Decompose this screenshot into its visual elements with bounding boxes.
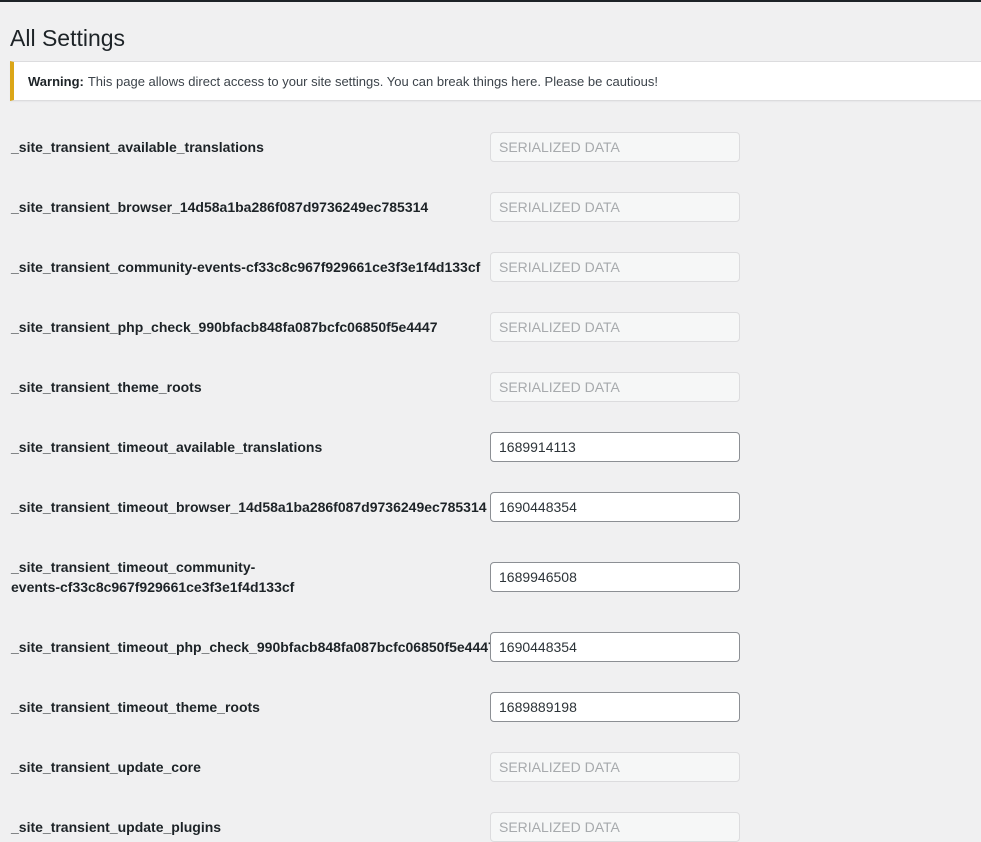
warning-notice: Warning: This page allows direct access … [10,61,981,101]
setting-value-input[interactable] [490,432,740,462]
setting-name: _site_transient_php_check_990bfacb848fa0… [11,319,438,335]
warning-text: This page allows direct access to your s… [87,73,659,89]
page-title: All Settings [10,25,126,51]
setting-name: _site_transient_timeout_community-events… [11,559,295,595]
setting-value-input[interactable] [490,632,740,662]
setting-value-input [490,812,740,842]
setting-name: _site_transient_update_plugins [11,819,222,835]
setting-value-input[interactable] [490,692,740,722]
setting-name: _site_transient_update_core [11,759,201,775]
setting-name: _site_transient_timeout_php_check_990bfa… [11,639,496,655]
setting-value-input [490,192,740,222]
setting-name: _site_transient_timeout_theme_roots [11,699,260,715]
setting-name: _site_transient_available_translations [11,139,264,155]
warning-label: Warning: [28,73,84,89]
setting-value-input [490,132,740,162]
setting-value-input[interactable] [490,562,740,592]
setting-name: _site_transient_theme_roots [11,379,202,395]
setting-name: _site_transient_timeout_browser_14d58a1b… [11,499,487,515]
setting-name: _site_transient_timeout_available_transl… [11,439,323,455]
setting-name: _site_transient_community-events-cf33c8c… [11,259,481,275]
setting-value-input [490,372,740,402]
setting-name: _site_transient_browser_14d58a1ba286f087… [11,199,429,215]
setting-value-input [490,752,740,782]
setting-value-input [490,312,740,342]
setting-value-input[interactable] [490,492,740,522]
setting-value-input [490,252,740,282]
